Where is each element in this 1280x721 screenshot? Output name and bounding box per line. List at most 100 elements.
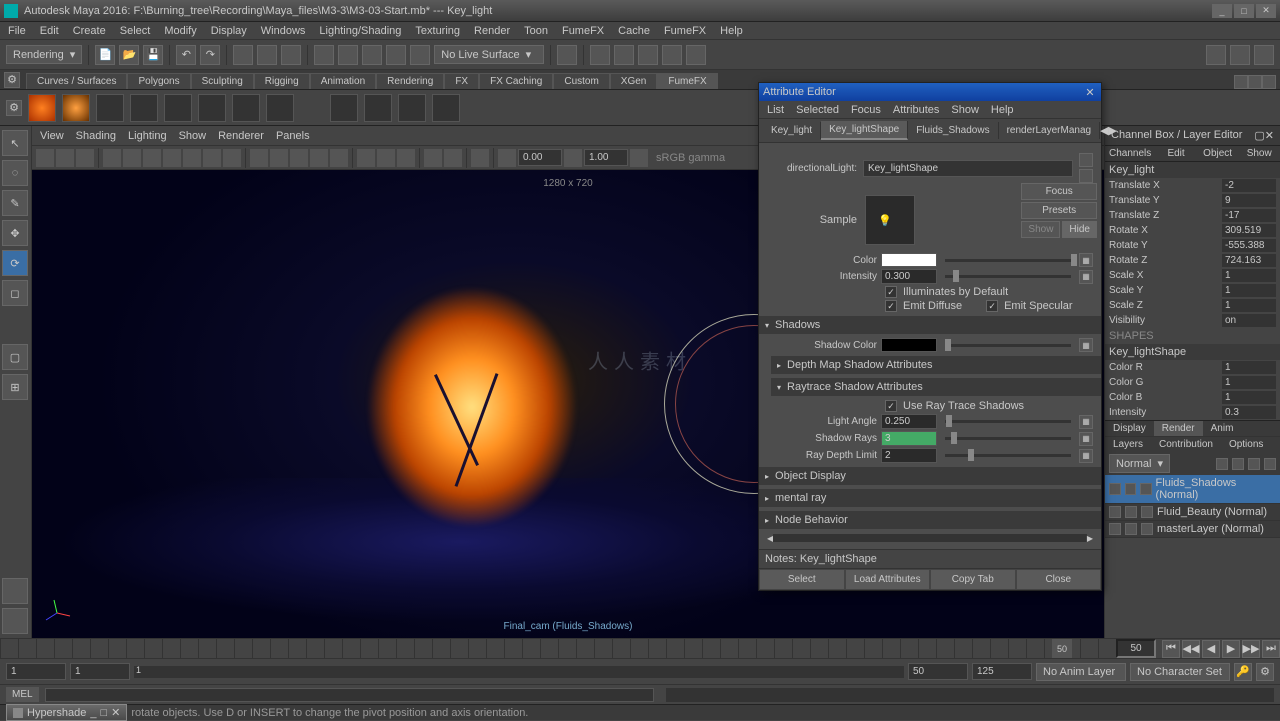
layer-tab-display[interactable]: Display [1105, 421, 1154, 436]
vp-safe-action-icon[interactable] [203, 149, 221, 167]
menu-modify[interactable]: Modify [164, 25, 196, 37]
shelf-tab-fxcaching[interactable]: FX Caching [479, 73, 553, 89]
horizontal-scrollbar[interactable] [773, 534, 1087, 542]
vp-menu-view[interactable]: View [40, 130, 64, 142]
panel-layout-icon-3[interactable] [1254, 45, 1274, 65]
anim-layer-dropdown[interactable]: No Anim Layer [1036, 663, 1126, 681]
single-pane-icon[interactable]: ▢ [2, 344, 28, 370]
time-slider[interactable]: 50 ⏮ ◀◀ ◀ ▶ ▶▶ ⏭ [0, 638, 1280, 658]
snap-point-icon[interactable] [362, 45, 382, 65]
render-layer-item[interactable]: Fluids_Shadows (Normal) [1105, 475, 1280, 504]
light-angle-map-icon[interactable]: ▦ [1079, 415, 1093, 429]
depth-map-section-header[interactable]: Depth Map Shadow Attributes [771, 356, 1101, 374]
current-frame-marker[interactable]: 50 [1052, 639, 1072, 658]
ae-load-attrs-button[interactable]: Load Attributes [845, 569, 931, 590]
shelf-tab-polygons[interactable]: Polygons [127, 73, 190, 89]
shelf-tab-fumefx[interactable]: FumeFX [657, 73, 717, 89]
auto-key-icon[interactable]: 🔑 [1234, 663, 1252, 681]
ae-presets-button[interactable]: Presets [1021, 202, 1097, 219]
play-back-icon[interactable]: ◀ [1202, 640, 1220, 658]
fast-forward-icon[interactable]: ⏭ [1262, 640, 1280, 658]
shadow-rays-map-icon[interactable]: ▦ [1079, 432, 1093, 446]
prefs-icon[interactable]: ⚙ [1256, 663, 1274, 681]
shelf-tab-fx[interactable]: FX [444, 73, 479, 89]
step-back-icon[interactable]: ◀◀ [1182, 640, 1200, 658]
vp-isolate-icon[interactable] [471, 149, 489, 167]
intensity-map-icon[interactable]: ▦ [1079, 270, 1093, 284]
vp-xray-icon[interactable] [424, 149, 442, 167]
layer-extra-icon[interactable] [1141, 523, 1153, 535]
menu-lighting-shading[interactable]: Lighting/Shading [319, 25, 401, 37]
color-map-icon[interactable]: ▦ [1079, 253, 1093, 267]
vp-menu-shading[interactable]: Shading [76, 130, 116, 142]
menu-fumefx[interactable]: FumeFX [562, 25, 604, 37]
playback-start-field[interactable] [70, 663, 130, 680]
attr-translate-x-value[interactable]: -2 [1222, 179, 1276, 192]
ray-depth-field[interactable] [881, 448, 937, 463]
vp-lock-cam-icon[interactable] [56, 149, 74, 167]
step-fwd-icon[interactable]: ▶▶ [1242, 640, 1260, 658]
play-forward-icon[interactable]: ▶ [1222, 640, 1240, 658]
shelf-item-cube-icon[interactable] [198, 94, 226, 122]
last-tool-icon[interactable] [2, 608, 28, 634]
menu-toon[interactable]: Toon [524, 25, 548, 37]
layer-render-icon[interactable] [1125, 523, 1137, 535]
menu-windows[interactable]: Windows [261, 25, 306, 37]
menu-select[interactable]: Select [120, 25, 151, 37]
render-settings-icon[interactable] [662, 45, 682, 65]
color-slider[interactable] [945, 259, 1071, 262]
ae-menu-list[interactable]: List [767, 104, 784, 116]
ae-menu-show[interactable]: Show [951, 104, 979, 116]
ae-menu-attributes[interactable]: Attributes [893, 104, 939, 116]
ipr-render-icon[interactable] [638, 45, 658, 65]
anim-start-field[interactable] [6, 663, 66, 680]
vp-exposure-icon[interactable] [498, 149, 516, 167]
vp-shaded-icon[interactable] [270, 149, 288, 167]
rewind-icon[interactable]: ⏮ [1162, 640, 1180, 658]
vp-exposure-field[interactable] [518, 149, 562, 166]
shelf-item-sim-icon[interactable] [330, 94, 358, 122]
maximize-button[interactable]: □ [1234, 4, 1254, 18]
channel-box-toggle-icon[interactable] [1234, 75, 1248, 89]
shadow-color-swatch[interactable] [881, 338, 937, 352]
ae-io2-icon[interactable] [1079, 169, 1093, 183]
shelf-item-source-icon[interactable] [62, 94, 90, 122]
shelf-item-grid-icon[interactable] [96, 94, 124, 122]
end-frame-field[interactable] [1116, 639, 1156, 658]
render-region-icon[interactable] [686, 45, 706, 65]
vp-film-gate-icon[interactable] [123, 149, 141, 167]
node-behavior-section-header[interactable]: Node Behavior [759, 511, 1101, 529]
four-pane-icon[interactable]: ⊞ [2, 374, 28, 400]
workspace-dropdown[interactable]: Rendering ▾ [6, 45, 82, 64]
intensity-field[interactable] [881, 269, 937, 284]
menu-render[interactable]: Render [474, 25, 510, 37]
ae-close-button[interactable]: Close [1016, 569, 1102, 590]
object-display-section-header[interactable]: Object Display [759, 467, 1101, 485]
vp-bookmark-icon[interactable] [76, 149, 94, 167]
vp-texture-icon[interactable] [330, 149, 348, 167]
ae-tab-render-layer-mgr[interactable]: renderLayerManag [999, 122, 1101, 139]
layer-vis-icon[interactable] [1109, 506, 1121, 518]
anim-end-field[interactable] [972, 663, 1032, 680]
color-swatch[interactable] [881, 253, 937, 267]
shelf-item-emit-icon[interactable] [266, 94, 294, 122]
shelf-item-fire-icon[interactable] [28, 94, 56, 122]
cb-menu-show[interactable]: Show [1238, 146, 1280, 161]
cmd-language-label[interactable]: MEL [6, 687, 39, 702]
move-tool-icon[interactable]: ✥ [2, 220, 28, 246]
ae-tabs-scroll-left-icon[interactable]: ◀ [1100, 124, 1108, 137]
menu-fumefx2[interactable]: FumeFX [664, 25, 706, 37]
vp-gate-mask-icon[interactable] [163, 149, 181, 167]
redo-icon[interactable]: ↷ [200, 45, 220, 65]
intensity-slider[interactable] [945, 275, 1071, 278]
ae-hide-toggle[interactable]: Hide [1062, 221, 1097, 238]
close-button[interactable]: ✕ [1256, 4, 1276, 18]
layer-icon-4[interactable] [1264, 458, 1276, 470]
ae-notes[interactable]: Notes: Key_lightShape [759, 549, 1101, 568]
vp-color-mgmt-icon[interactable] [630, 149, 648, 167]
ray-depth-slider[interactable] [945, 454, 1071, 457]
cb-menu-channels[interactable]: Channels [1105, 146, 1155, 161]
vp-menu-renderer[interactable]: Renderer [218, 130, 264, 142]
ae-menu-focus[interactable]: Focus [851, 104, 881, 116]
cb-menu-object[interactable]: Object [1197, 146, 1239, 161]
